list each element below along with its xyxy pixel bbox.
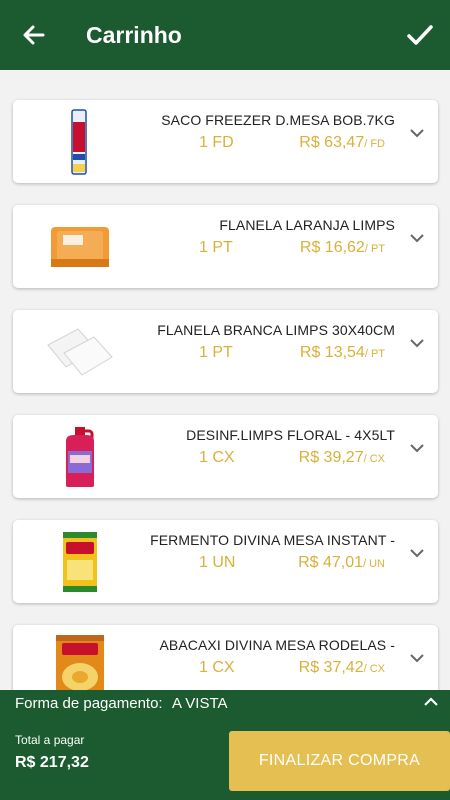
product-name: DESINF.LIMPS FLORAL - 4X5LT: [186, 427, 395, 443]
back-button[interactable]: [4, 0, 64, 70]
expand-item-button[interactable]: [408, 544, 426, 562]
price-unit: / PT: [364, 243, 385, 255]
total-label: Total a pagar: [15, 733, 85, 747]
product-image: [35, 108, 125, 176]
cart-item[interactable]: FLANELA LARANJA LIMPS 1 PT R$ 16,62/ PT: [13, 205, 438, 288]
chevron-down-icon: [410, 653, 424, 662]
cart-screen: Carrinho SACO FREEZER D.MESA BOB.7KG 1 F…: [0, 0, 450, 800]
chevron-down-icon: [410, 338, 424, 347]
product-name: ABACAXI DIVINA MESA RODELAS -: [159, 637, 395, 653]
product-image: [35, 318, 125, 386]
product-price: R$ 16,62/ PT: [299, 239, 385, 256]
chevron-down-icon: [410, 548, 424, 557]
product-quantity: 1 FD: [199, 134, 234, 151]
cart-item[interactable]: ABACAXI DIVINA MESA RODELAS - 1 CX R$ 37…: [13, 625, 438, 690]
product-name: SACO FREEZER D.MESA BOB.7KG: [161, 112, 395, 128]
chevron-up-icon: [424, 696, 438, 706]
checkout-footer: Forma de pagamento: A VISTA Total a paga…: [0, 690, 450, 800]
price-unit: / UN: [363, 558, 385, 570]
product-image: [35, 423, 125, 491]
cart-item[interactable]: FERMENTO DIVINA MESA INSTANT - 1 UN R$ 4…: [13, 520, 438, 603]
cart-item-list[interactable]: SACO FREEZER D.MESA BOB.7KG 1 FD R$ 63,4…: [0, 70, 450, 690]
cart-item[interactable]: SACO FREEZER D.MESA BOB.7KG 1 FD R$ 63,4…: [13, 100, 438, 183]
price-unit: / CX: [363, 453, 385, 465]
price-unit: / PT: [364, 348, 385, 360]
product-quantity: 1 CX: [199, 659, 235, 676]
product-price: R$ 63,47/ FD: [299, 134, 385, 151]
payment-label: Forma de pagamento:: [15, 695, 163, 712]
product-name: FLANELA BRANCA LIMPS 30X40CM: [157, 322, 395, 338]
chevron-down-icon: [410, 233, 424, 242]
product-image: [35, 633, 125, 690]
page-title: Carrinho: [86, 21, 182, 48]
chevron-down-icon: [410, 128, 424, 137]
confirm-button[interactable]: [402, 17, 438, 53]
expand-item-button[interactable]: [408, 229, 426, 247]
check-icon: [407, 25, 433, 45]
product-image: [35, 528, 125, 596]
cart-item[interactable]: DESINF.LIMPS FLORAL - 4X5LT 1 CX R$ 39,2…: [13, 415, 438, 498]
expand-payment-button[interactable]: [420, 690, 442, 712]
total-value: R$ 217,32: [15, 754, 89, 771]
expand-item-button[interactable]: [408, 124, 426, 142]
finalize-purchase-button[interactable]: FINALIZAR COMPRA: [229, 731, 450, 791]
chevron-down-icon: [410, 443, 424, 452]
payment-value: A VISTA: [171, 695, 228, 712]
product-quantity: 1 PT: [199, 344, 233, 361]
product-quantity: 1 CX: [199, 449, 235, 466]
cart-item[interactable]: FLANELA BRANCA LIMPS 30X40CM 1 PT R$ 13,…: [13, 310, 438, 393]
price-unit: / FD: [364, 138, 385, 150]
app-bar: Carrinho: [0, 0, 450, 70]
payment-method[interactable]: Forma de pagamento: A VISTA: [15, 695, 234, 712]
product-quantity: 1 UN: [199, 554, 236, 571]
arrow-left-icon: [23, 25, 45, 45]
product-price: R$ 39,27/ CX: [298, 449, 385, 466]
product-name: FERMENTO DIVINA MESA INSTANT -: [150, 532, 395, 548]
product-price: R$ 37,42/ CX: [298, 659, 385, 676]
product-name: FLANELA LARANJA LIMPS: [219, 217, 395, 233]
product-image: [35, 213, 125, 281]
product-price: R$ 13,54/ PT: [299, 344, 385, 361]
product-quantity: 1 PT: [199, 239, 233, 256]
expand-item-button[interactable]: [408, 439, 426, 457]
expand-item-button[interactable]: [408, 649, 426, 667]
product-price: R$ 47,01/ UN: [298, 554, 385, 571]
price-unit: / CX: [363, 663, 385, 675]
expand-item-button[interactable]: [408, 334, 426, 352]
